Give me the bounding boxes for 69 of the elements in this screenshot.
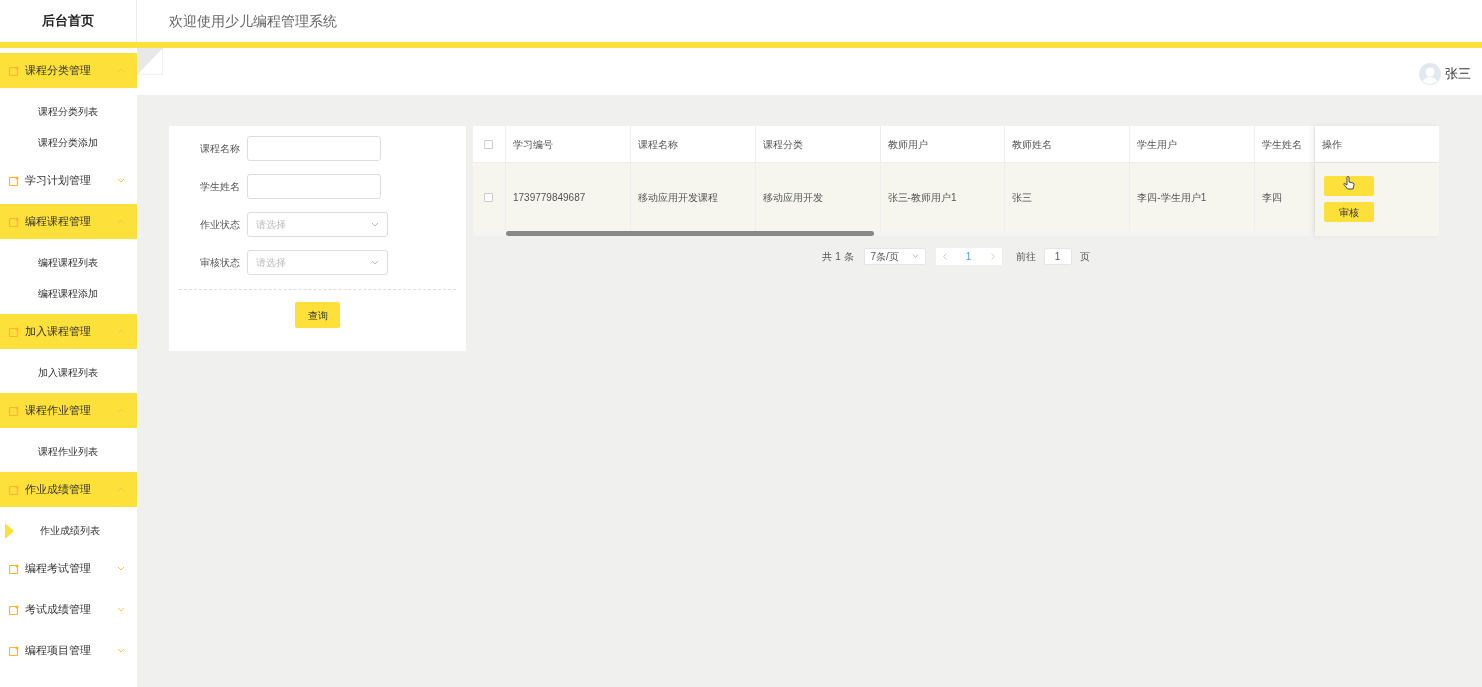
next-page-button[interactable] <box>983 247 1002 265</box>
field-label: 作业状态 <box>199 218 240 232</box>
table-cell-text: 张三 <box>1012 190 1033 205</box>
column-header: 教师姓名 <box>1012 137 1053 152</box>
note-icon <box>9 175 19 186</box>
field-label: 学生姓名 <box>199 180 240 194</box>
action-button[interactable] <box>1324 176 1375 196</box>
prev-page-button[interactable] <box>935 247 954 265</box>
scrollbar[interactable] <box>506 231 874 236</box>
page-input[interactable]: 1 <box>1043 247 1072 265</box>
welcome-text: 欢迎使用少儿编程管理系统 <box>169 11 337 31</box>
menu-group[interactable]: 课程作业管理 <box>0 393 137 428</box>
hand-cursor-icon <box>1343 176 1356 191</box>
table-cell-text: 移动应用开发课程 <box>637 190 718 205</box>
query-button[interactable]: 查询 <box>295 302 340 328</box>
note-icon <box>9 405 19 416</box>
table-cell-text: 移动应用开发 <box>762 190 823 205</box>
column-header: 学生姓名 <box>1262 137 1303 152</box>
chevron-down-icon <box>117 566 125 571</box>
menu-item[interactable]: 课程分类添加 <box>38 135 98 150</box>
checkbox[interactable] <box>484 139 494 149</box>
chevron-right-icon <box>990 252 995 260</box>
column-header: 学生用户 <box>1137 137 1178 152</box>
chevron-down-icon <box>911 254 919 258</box>
chevron-down-icon <box>371 222 379 227</box>
menu-item[interactable]: 课程作业列表 <box>38 444 98 459</box>
note-icon <box>9 484 19 495</box>
avatar-icon <box>1419 62 1441 85</box>
page-size-select[interactable]: 7条/页 <box>863 247 926 265</box>
menu-item[interactable]: 课程分类列表 <box>38 104 98 119</box>
note-icon <box>9 65 19 76</box>
checkbox[interactable] <box>484 192 494 202</box>
menu-item[interactable]: 作业成绩列表 <box>40 523 100 538</box>
total-count: 共 1 条 <box>822 249 854 264</box>
menu-item[interactable]: 加入课程列表 <box>38 365 98 380</box>
column-header: 课程分类 <box>762 137 803 152</box>
menu-group[interactable]: 课程分类管理 <box>0 53 137 88</box>
home-title[interactable]: 后台首页 <box>42 11 94 31</box>
menu-group[interactable]: 作业成绩管理 <box>0 472 137 507</box>
note-icon <box>9 604 19 615</box>
chevron-down-icon <box>117 648 125 653</box>
note-icon <box>9 645 19 656</box>
note-icon <box>9 216 19 227</box>
menu-item[interactable]: 编程课程添加 <box>38 286 98 301</box>
chevron-down-icon <box>371 260 379 265</box>
page-suffix: 页 <box>1079 249 1090 264</box>
goto-label: 前往 <box>1015 249 1036 264</box>
chevron-left-icon <box>942 252 947 260</box>
chevron-down-icon <box>117 178 125 183</box>
menu-group[interactable]: 编程课程管理 <box>0 204 137 239</box>
chevron-down-icon <box>117 607 125 612</box>
menu-group[interactable]: 加入课程管理 <box>0 314 137 349</box>
action-button[interactable]: 审核 <box>1324 202 1375 222</box>
input-field[interactable] <box>247 136 381 161</box>
table-cell-text: 1739779849687 <box>512 190 586 205</box>
input-field[interactable] <box>247 174 381 199</box>
column-header: 学习编号 <box>512 137 553 152</box>
menu-item[interactable]: 编程课程列表 <box>38 255 98 270</box>
field-label: 审核状态 <box>199 256 240 270</box>
column-header: 操作 <box>1322 137 1343 152</box>
note-icon <box>9 563 19 574</box>
column-header: 教师用户 <box>887 137 928 152</box>
column-header: 课程名称 <box>637 137 678 152</box>
note-icon <box>9 326 19 337</box>
field-label: 课程名称 <box>199 142 240 156</box>
table-cell-text: 李四 <box>1262 190 1283 205</box>
user-name[interactable]: 张三 <box>1445 63 1471 84</box>
table-cell-text: 李四-学生用户1 <box>1137 190 1207 205</box>
table-cell-text: 张三-教师用户1 <box>887 190 957 205</box>
